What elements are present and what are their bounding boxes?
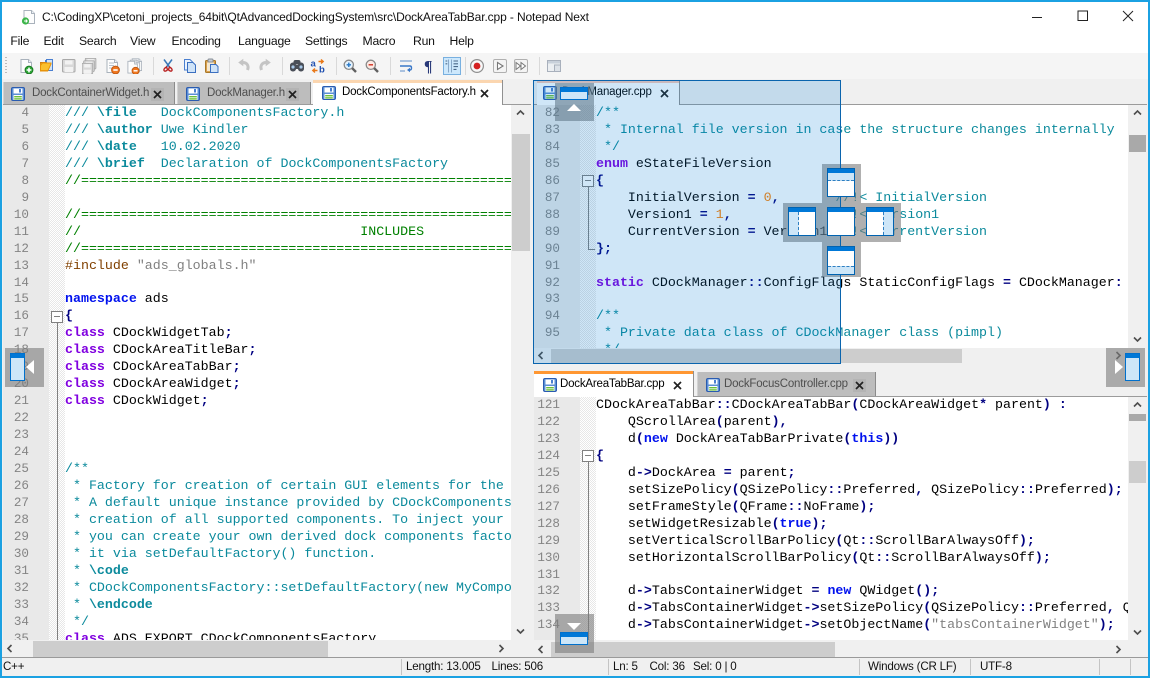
svg-text:a: a: [311, 59, 317, 70]
svg-text:¶: ¶: [424, 59, 432, 75]
svg-text:b: b: [319, 65, 325, 75]
